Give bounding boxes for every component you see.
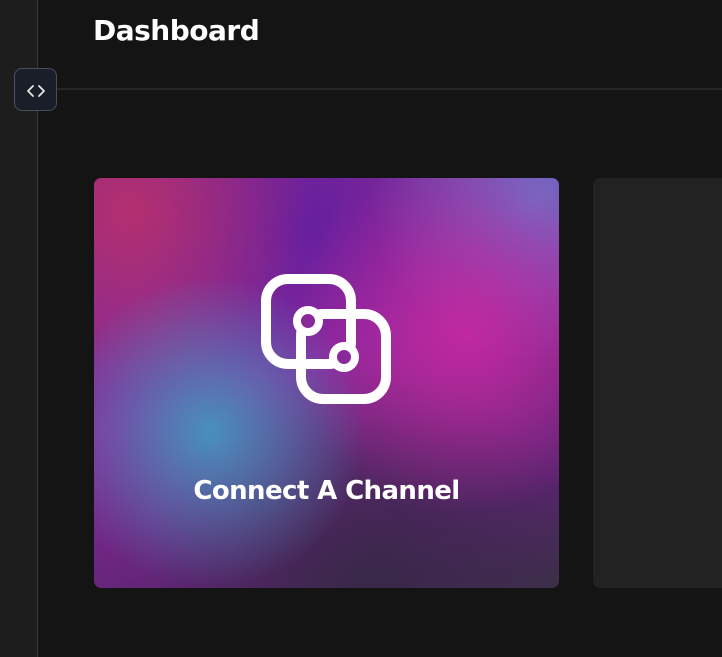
card-label: Connect A Channel [193,476,460,506]
connect-channel-card[interactable]: Connect A Channel [94,178,559,588]
link-channel-icon [261,274,391,404]
sidebar-toggle-button[interactable] [14,68,57,111]
page-header: Dashboard [38,0,722,90]
dashboard-card-placeholder[interactable] [593,178,722,588]
code-brackets-icon [25,83,47,97]
page-title: Dashboard [93,14,260,47]
